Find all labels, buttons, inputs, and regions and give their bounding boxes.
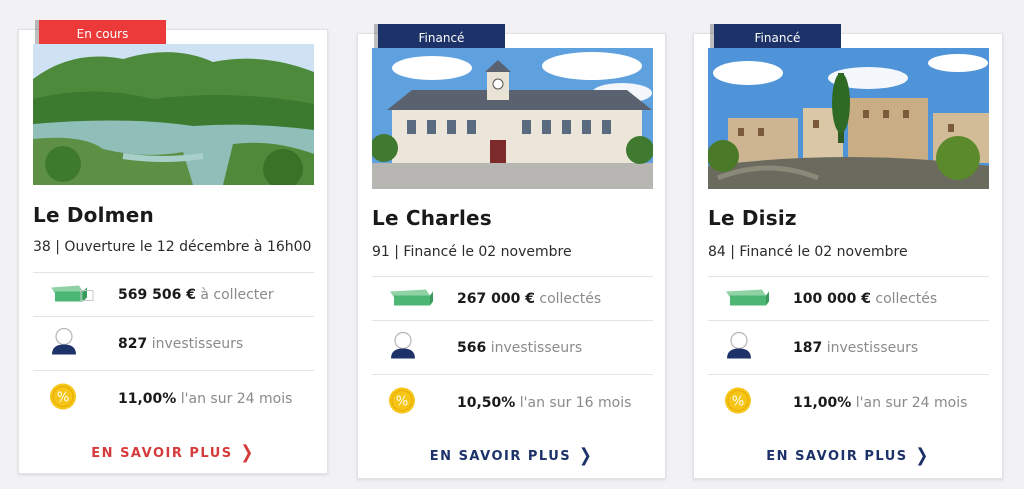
project-subtitle: 38 | Ouverture le 12 décembre à 16h00 <box>33 239 312 255</box>
investors-value: 187 <box>793 339 823 356</box>
investors-label: investisseurs <box>490 339 583 356</box>
landscape-lake-photo[interactable] <box>33 44 314 185</box>
investors-label: investisseurs <box>151 335 244 352</box>
chevron-right-icon: ❯ <box>240 441 255 463</box>
rate-value: 10,50% <box>457 394 516 411</box>
investors-row: 566 investisseurs <box>372 320 653 374</box>
investors-value: 566 <box>457 339 487 356</box>
learn-more-link[interactable]: EN SAVOIR PLUS ❯ <box>694 444 1002 466</box>
rate-label: l'an sur 16 mois <box>519 394 632 411</box>
rate-label: l'an sur 24 mois <box>180 390 293 407</box>
amount-value: 569 506 € <box>118 286 196 303</box>
learn-more-label: EN SAVOIR PLUS <box>766 449 908 464</box>
amount-value: 267 000 € <box>457 290 535 307</box>
amount-label: collectés <box>875 290 938 307</box>
svg-text:%: % <box>57 390 69 405</box>
town-hall-photo[interactable] <box>372 48 653 189</box>
banknote-stack-icon <box>49 281 95 308</box>
investor-person-icon <box>49 326 79 361</box>
percent-coin-icon: % <box>49 382 77 415</box>
learn-more-link[interactable]: EN SAVOIR PLUS ❯ <box>19 441 327 463</box>
chevron-right-icon: ❯ <box>915 444 930 466</box>
investors-value: 827 <box>118 335 148 352</box>
rate-value: 11,00% <box>793 394 852 411</box>
project-card-le-dolmen[interactable]: En cours Le Dolmen 38 | Ouverture le 12 … <box>18 20 328 474</box>
amount-label: collectés <box>539 290 602 307</box>
project-title: Le Dolmen <box>33 203 154 227</box>
svg-text:%: % <box>396 394 408 409</box>
percent-coin-icon: % <box>388 386 416 419</box>
rate-label: l'an sur 24 mois <box>855 394 968 411</box>
investor-person-icon <box>724 330 754 365</box>
learn-more-label: EN SAVOIR PLUS <box>429 449 572 464</box>
svg-text:%: % <box>732 394 744 409</box>
amount-row: 267 000 € collectés <box>372 276 653 320</box>
amount-row: 100 000 € collectés <box>708 276 989 320</box>
chevron-right-icon: ❯ <box>579 444 594 466</box>
project-title: Le Charles <box>372 206 492 230</box>
learn-more-label: EN SAVOIR PLUS <box>91 446 233 461</box>
banknote-stack-icon <box>724 285 770 312</box>
rate-value: 11,00% <box>118 390 177 407</box>
amount-value: 100 000 € <box>793 290 871 307</box>
village-bridge-photo[interactable] <box>708 48 989 189</box>
investors-row: 827 investisseurs <box>33 316 314 370</box>
project-card-le-charles[interactable]: Financé Le Charles 91 | Financé le 02 no… <box>357 24 666 479</box>
project-subtitle: 91 | Financé le 02 novembre <box>372 244 572 260</box>
learn-more-link[interactable]: EN SAVOIR PLUS ❯ <box>358 444 665 466</box>
project-subtitle: 84 | Financé le 02 novembre <box>708 244 908 260</box>
banknote-stack-icon <box>388 285 434 312</box>
investor-person-icon <box>388 330 418 365</box>
percent-coin-icon: % <box>724 386 752 419</box>
investors-label: investisseurs <box>826 339 919 356</box>
project-title: Le Disiz <box>708 206 797 230</box>
rate-row: % 10,50% l'an sur 16 mois <box>372 374 653 430</box>
rate-row: % 11,00% l'an sur 24 mois <box>33 370 314 426</box>
amount-label: à collecter <box>200 286 274 303</box>
rate-row: % 11,00% l'an sur 24 mois <box>708 374 989 430</box>
amount-row: 569 506 € à collecter <box>33 272 314 316</box>
project-card-le-disiz[interactable]: Financé Le Disiz 84 | Financé le 02 nove… <box>693 24 1003 479</box>
investors-row: 187 investisseurs <box>708 320 989 374</box>
